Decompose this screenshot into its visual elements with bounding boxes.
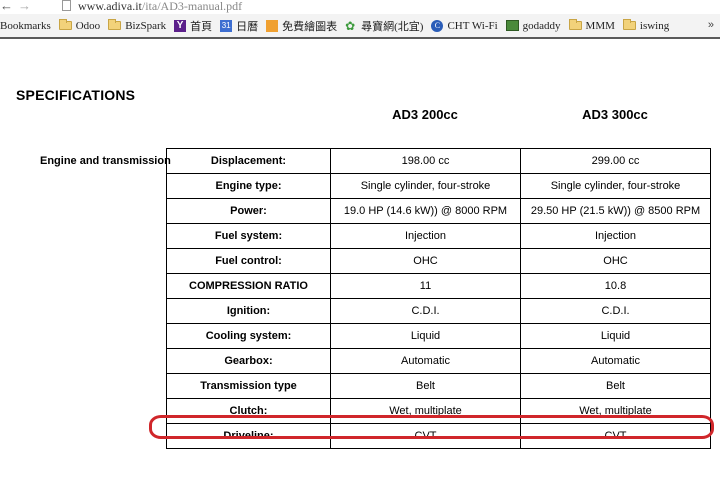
leaf-icon: ✿ xyxy=(345,18,356,33)
table-row: COMPRESSION RATIO 11 10.8 xyxy=(166,273,711,299)
spec-value-300cc: 10.8 xyxy=(520,273,711,299)
spec-value-200cc: OHC xyxy=(330,248,521,274)
bookmark-yahoo-home[interactable]: Y 首頁 xyxy=(174,16,212,36)
bookmark-label: BizSpark xyxy=(125,19,167,32)
folder-icon xyxy=(622,19,636,30)
column-header-300cc: AD3 300cc xyxy=(582,107,648,122)
spec-value-200cc: Injection xyxy=(330,223,521,249)
column-header-200cc: AD3 200cc xyxy=(392,107,458,122)
spec-value-200cc: C.D.I. xyxy=(330,298,521,324)
spec-value-300cc: Automatic xyxy=(520,348,711,374)
spec-label: Transmission type xyxy=(166,373,331,399)
spec-value-300cc: Injection xyxy=(520,223,711,249)
spec-value-300cc: Belt xyxy=(520,373,711,399)
bookmark-bookmarks[interactable]: Bookmarks xyxy=(0,16,51,36)
bookmark-calendar[interactable]: 31 日曆 xyxy=(220,16,258,36)
spec-value-200cc: Single cylinder, four-stroke xyxy=(330,173,521,199)
spec-value-300cc: Liquid xyxy=(520,323,711,349)
bookmark-label: iswing xyxy=(639,19,670,32)
spec-value-300cc: OHC xyxy=(520,248,711,274)
spec-label: COMPRESSION RATIO xyxy=(166,273,331,299)
spec-value-300cc: 29.50 HP (21.5 kW)) @ 8500 RPM xyxy=(520,198,711,224)
bookmark-label: CHT Wi-Fi xyxy=(447,19,498,32)
bookmark-label: 首頁 xyxy=(190,20,213,33)
spec-value-200cc: 198.00 cc xyxy=(330,148,521,174)
spec-label: Fuel system: xyxy=(166,223,331,249)
table-row: Displacement: 198.00 cc 299.00 cc xyxy=(166,148,711,174)
folder-icon xyxy=(58,19,72,30)
spec-label: Clutch: xyxy=(166,398,331,424)
bookmarks-bar: Bookmarks Odoo BizSpark Y 首頁 31 日曆 免費繪圖表… xyxy=(0,14,720,39)
folder-icon xyxy=(568,19,582,30)
url-path: /ita/AD3-manual.pdf xyxy=(141,0,243,13)
spec-value-300cc: CVT xyxy=(520,423,711,449)
spec-value-200cc: 19.0 HP (14.6 kW)) @ 8000 RPM xyxy=(330,198,521,224)
table-row: Ignition: C.D.I. C.D.I. xyxy=(166,298,711,324)
orange-app-icon xyxy=(266,19,279,32)
spec-value-300cc: Wet, multiplate xyxy=(520,398,711,424)
folder-icon xyxy=(108,19,122,30)
forward-arrow-icon[interactable]: → xyxy=(18,0,31,13)
bookmark-free-charts[interactable]: 免費繪圖表 xyxy=(266,16,337,36)
bookmark-label: MMM xyxy=(585,19,615,32)
url-field[interactable]: www.adiva.it/ita/AD3-manual.pdf xyxy=(78,0,242,13)
spec-value-200cc: 11 xyxy=(330,273,521,299)
table-row: Clutch: Wet, multiplate Wet, multiplate xyxy=(166,398,711,424)
table-row: Driveline: CVT CVT xyxy=(166,423,711,449)
bookmark-mmm[interactable]: MMM xyxy=(568,16,615,36)
bookmark-godaddy[interactable]: godaddy xyxy=(505,16,561,36)
spec-value-200cc: Automatic xyxy=(330,348,521,374)
spec-value-200cc: Liquid xyxy=(330,323,521,349)
table-row: Gearbox: Automatic Automatic xyxy=(166,348,711,374)
image-icon xyxy=(505,20,519,31)
calendar-icon: 31 xyxy=(220,19,233,32)
back-arrow-icon[interactable]: ← xyxy=(0,0,13,13)
bookmarks-overflow-icon[interactable]: » xyxy=(708,19,714,31)
spec-label: Driveline: xyxy=(166,423,331,449)
bookmark-cht-wifi[interactable]: C CHT Wi-Fi xyxy=(431,16,498,36)
section-label: Engine and transmission xyxy=(40,155,171,167)
spec-label: Power: xyxy=(166,198,331,224)
bookmark-iswing[interactable]: iswing xyxy=(622,16,670,36)
bookmark-treasure[interactable]: ✿ 尋寶網(北宜) xyxy=(345,16,423,36)
page-icon xyxy=(62,0,71,11)
bookmark-bizspark[interactable]: BizSpark xyxy=(108,16,166,36)
spec-value-200cc: Belt xyxy=(330,373,521,399)
bookmark-label: Bookmarks xyxy=(0,19,51,32)
yahoo-icon: Y xyxy=(174,19,187,32)
spec-value-200cc: CVT xyxy=(330,423,521,449)
table-row: Fuel system: Injection Injection xyxy=(166,223,711,249)
spec-value-300cc: 299.00 cc xyxy=(520,148,711,174)
spec-table: Displacement: 198.00 cc 299.00 cc Engine ty… xyxy=(166,148,711,449)
url-host: www.adiva.it xyxy=(78,0,142,13)
document-title: SPECIFICATIONS xyxy=(16,87,136,103)
spec-label: Displacement: xyxy=(166,148,331,174)
spec-value-300cc: C.D.I. xyxy=(520,298,711,324)
spec-label: Ignition: xyxy=(166,298,331,324)
bookmark-label: 尋寶網(北宜) xyxy=(361,20,424,33)
table-row: Engine type: Single cylinder, four-stroke… xyxy=(166,173,711,199)
spec-label: Engine type: xyxy=(166,173,331,199)
spec-value-200cc: Wet, multiplate xyxy=(330,398,521,424)
bookmark-label: Odoo xyxy=(75,19,101,32)
bookmark-label: 日曆 xyxy=(236,20,259,33)
bookmark-odoo[interactable]: Odoo xyxy=(58,16,101,36)
spec-label: Fuel control: xyxy=(166,248,331,274)
table-row: Power: 19.0 HP (14.6 kW)) @ 8000 RPM 29.50… xyxy=(166,198,711,224)
table-row: Fuel control: OHC OHC xyxy=(166,248,711,274)
table-row: Transmission type Belt Belt xyxy=(166,373,711,399)
spec-value-300cc: Single cylinder, four-stroke xyxy=(520,173,711,199)
spec-label: Cooling system: xyxy=(166,323,331,349)
bookmark-label: godaddy xyxy=(522,19,561,32)
address-bar-row: ← → www.adiva.it/ita/AD3-manual.pdf xyxy=(0,0,720,14)
spec-label: Gearbox: xyxy=(166,348,331,374)
table-row: Cooling system: Liquid Liquid xyxy=(166,323,711,349)
cht-icon: C xyxy=(431,19,444,32)
bookmark-label: 免費繪圖表 xyxy=(282,20,338,33)
